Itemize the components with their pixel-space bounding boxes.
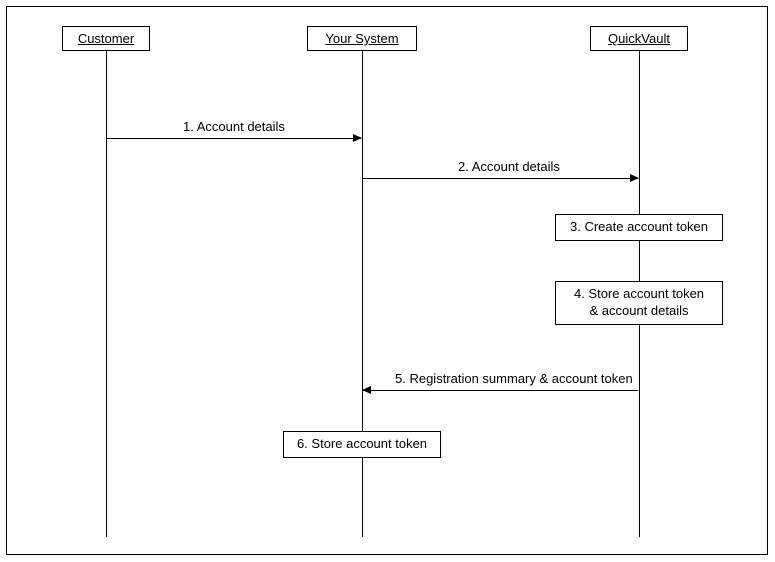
step-box-4: 4. Store account token & account details bbox=[555, 281, 723, 325]
participant-quickvault: QuickVault bbox=[590, 26, 688, 51]
participant-customer: Customer bbox=[62, 26, 150, 51]
message-label-5: 5. Registration summary & account token bbox=[395, 371, 633, 386]
message-arrow-5 bbox=[363, 390, 638, 391]
step-box-6: 6. Store account token bbox=[283, 431, 441, 458]
step-box-3: 3. Create account token bbox=[555, 214, 723, 241]
message-label-1: 1. Account details bbox=[183, 119, 285, 134]
message-label-2: 2. Account details bbox=[458, 159, 560, 174]
message-arrow-1 bbox=[107, 138, 361, 139]
message-arrow-2 bbox=[363, 178, 638, 179]
lifeline-customer bbox=[106, 51, 107, 537]
step-4-line1: 4. Store account token bbox=[566, 286, 712, 303]
lifeline-your-system bbox=[362, 51, 363, 537]
sequence-diagram: Customer Your System QuickVault 1. Accou… bbox=[0, 0, 775, 562]
participant-your-system: Your System bbox=[307, 26, 417, 51]
step-4-line2: & account details bbox=[566, 303, 712, 320]
